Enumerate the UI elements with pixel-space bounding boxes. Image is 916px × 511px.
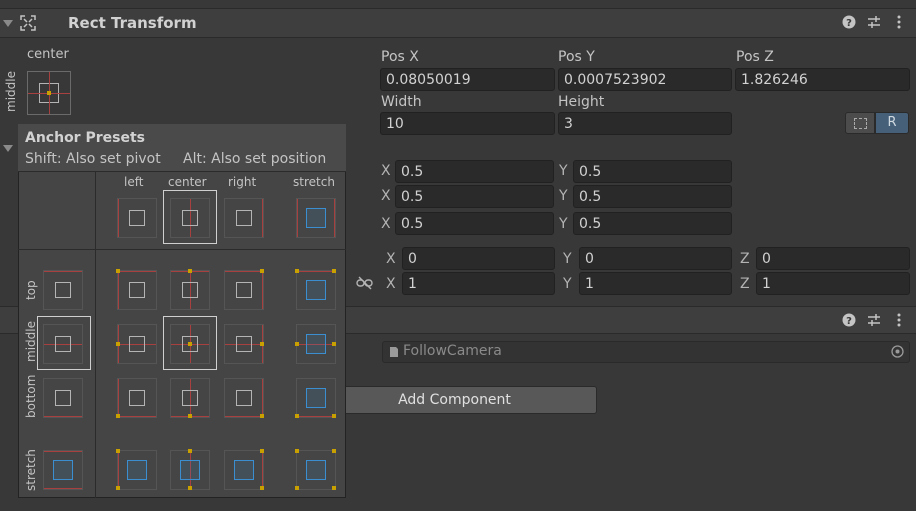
rotation-x-label: X <box>386 251 396 267</box>
rotation-z-field[interactable]: 0 <box>756 247 910 270</box>
pivot-x-field[interactable]: 0.5 <box>395 212 554 235</box>
rotation-z-label: Z <box>740 251 750 267</box>
height-label: Height <box>558 94 605 110</box>
pos-z-label: Pos Z <box>736 49 774 65</box>
preset-icon[interactable] <box>867 15 881 33</box>
preset-top-right[interactable] <box>224 269 264 310</box>
preset-top-center[interactable] <box>170 269 210 310</box>
anchor-min-x-label: X <box>381 163 391 179</box>
raw-edit-button[interactable]: R <box>875 112 909 134</box>
script-name: FollowCamera <box>403 343 502 359</box>
preset-col-center[interactable] <box>170 198 210 238</box>
anchor-presets-title: Anchor Presets <box>25 130 145 146</box>
height-field[interactable]: 3 <box>558 112 732 135</box>
anchor-preset-button[interactable] <box>27 71 71 115</box>
pivot-y-field[interactable]: 0.5 <box>573 212 732 235</box>
scale-z-field[interactable]: 1 <box>756 272 910 295</box>
preset-stretch-stretch[interactable] <box>295 449 336 490</box>
rect-transform-icon <box>19 14 37 32</box>
script-help-icon[interactable]: ? <box>842 313 856 331</box>
constrain-proportions-icon[interactable] <box>356 276 374 294</box>
rotation-y-label: Y <box>563 251 572 267</box>
preset-bottom-center[interactable] <box>170 378 210 418</box>
preset-row-top[interactable] <box>43 270 83 310</box>
anchor-min-y-label: Y <box>559 163 568 179</box>
preset-col-left[interactable] <box>117 198 157 238</box>
row-bottom-label: bottom <box>24 374 38 418</box>
scale-z-label: Z <box>740 276 750 292</box>
row-stretch-label: stretch <box>24 449 38 491</box>
col-center-label: center <box>168 175 207 189</box>
preset-col-right[interactable] <box>224 198 264 238</box>
pos-x-label: Pos X <box>381 49 419 65</box>
preset-stretch-left[interactable] <box>116 449 157 490</box>
blueprint-mode-button[interactable] <box>845 112 875 134</box>
preset-bottom-left[interactable] <box>116 378 157 418</box>
anchor-min-x-field[interactable]: 0.5 <box>395 160 554 183</box>
rotation-x-field[interactable]: 0 <box>402 247 555 270</box>
scale-y-field[interactable]: 1 <box>579 272 732 295</box>
preset-bottom-stretch[interactable] <box>295 378 336 418</box>
pivot-y-label: Y <box>559 216 568 232</box>
col-stretch-label: stretch <box>293 175 335 189</box>
preset-middle-center[interactable] <box>170 324 210 364</box>
script-field[interactable]: FollowCamera <box>382 341 910 363</box>
preset-stretch-center[interactable] <box>170 449 210 490</box>
pivot-x-label: X <box>381 216 391 232</box>
preset-row-stretch[interactable] <box>43 450 83 490</box>
script-file-icon <box>389 346 399 362</box>
anchor-max-y-field[interactable]: 0.5 <box>573 185 732 208</box>
col-right-label: right <box>228 175 257 189</box>
pos-y-label: Pos Y <box>558 49 595 65</box>
help-icon[interactable]: ? <box>842 15 856 33</box>
preset-middle-stretch[interactable] <box>295 324 336 364</box>
row-top-label: top <box>24 280 38 300</box>
preset-middle-left[interactable] <box>116 324 157 364</box>
pos-y-field[interactable]: 0.0007523902 <box>558 68 732 91</box>
anchor-max-x-field[interactable]: 0.5 <box>395 185 554 208</box>
width-label: Width <box>381 94 422 110</box>
width-field[interactable]: 10 <box>380 112 555 135</box>
preset-stretch-right[interactable] <box>224 449 264 490</box>
anchor-min-y-field[interactable]: 0.5 <box>573 160 732 183</box>
anchor-top-label: center <box>27 47 69 62</box>
anchors-foldout-arrow[interactable] <box>3 145 13 152</box>
script-preset-icon[interactable] <box>867 313 881 331</box>
add-component-button[interactable]: Add Component <box>312 386 597 414</box>
shift-hint: Shift: Also set pivot <box>25 151 161 167</box>
anchor-side-label: middle <box>4 71 18 112</box>
rotation-y-field[interactable]: 0 <box>579 247 732 270</box>
pos-x-field[interactable]: 0.08050019 <box>380 68 555 91</box>
script-kebab-icon[interactable] <box>896 313 902 331</box>
scale-y-label: Y <box>563 276 572 292</box>
col-left-label: left <box>124 175 144 189</box>
row-middle-label: middle <box>24 321 38 362</box>
preset-col-stretch[interactable] <box>296 198 336 238</box>
pos-z-field[interactable]: 1.826246 <box>735 68 910 91</box>
anchor-max-y-label: Y <box>559 188 568 204</box>
popup-divider-h <box>18 249 346 250</box>
preset-top-left[interactable] <box>116 269 157 310</box>
scale-x-field[interactable]: 1 <box>402 272 555 295</box>
foldout-arrow[interactable] <box>3 20 13 27</box>
preset-row-bottom[interactable] <box>43 378 83 418</box>
alt-hint: Alt: Also set position <box>183 151 327 167</box>
preset-top-stretch[interactable] <box>295 269 336 310</box>
svg-text:?: ? <box>846 18 852 29</box>
preset-row-middle[interactable] <box>43 324 83 364</box>
object-picker-icon[interactable] <box>891 345 904 362</box>
anchor-max-x-label: X <box>381 188 391 204</box>
preset-bottom-right[interactable] <box>224 378 264 418</box>
preset-middle-right[interactable] <box>224 324 264 364</box>
popup-divider-v <box>95 172 96 498</box>
component-title: Rect Transform <box>68 14 197 32</box>
kebab-menu-icon[interactable] <box>896 15 902 33</box>
scale-x-label: X <box>386 276 396 292</box>
svg-text:?: ? <box>846 316 852 327</box>
